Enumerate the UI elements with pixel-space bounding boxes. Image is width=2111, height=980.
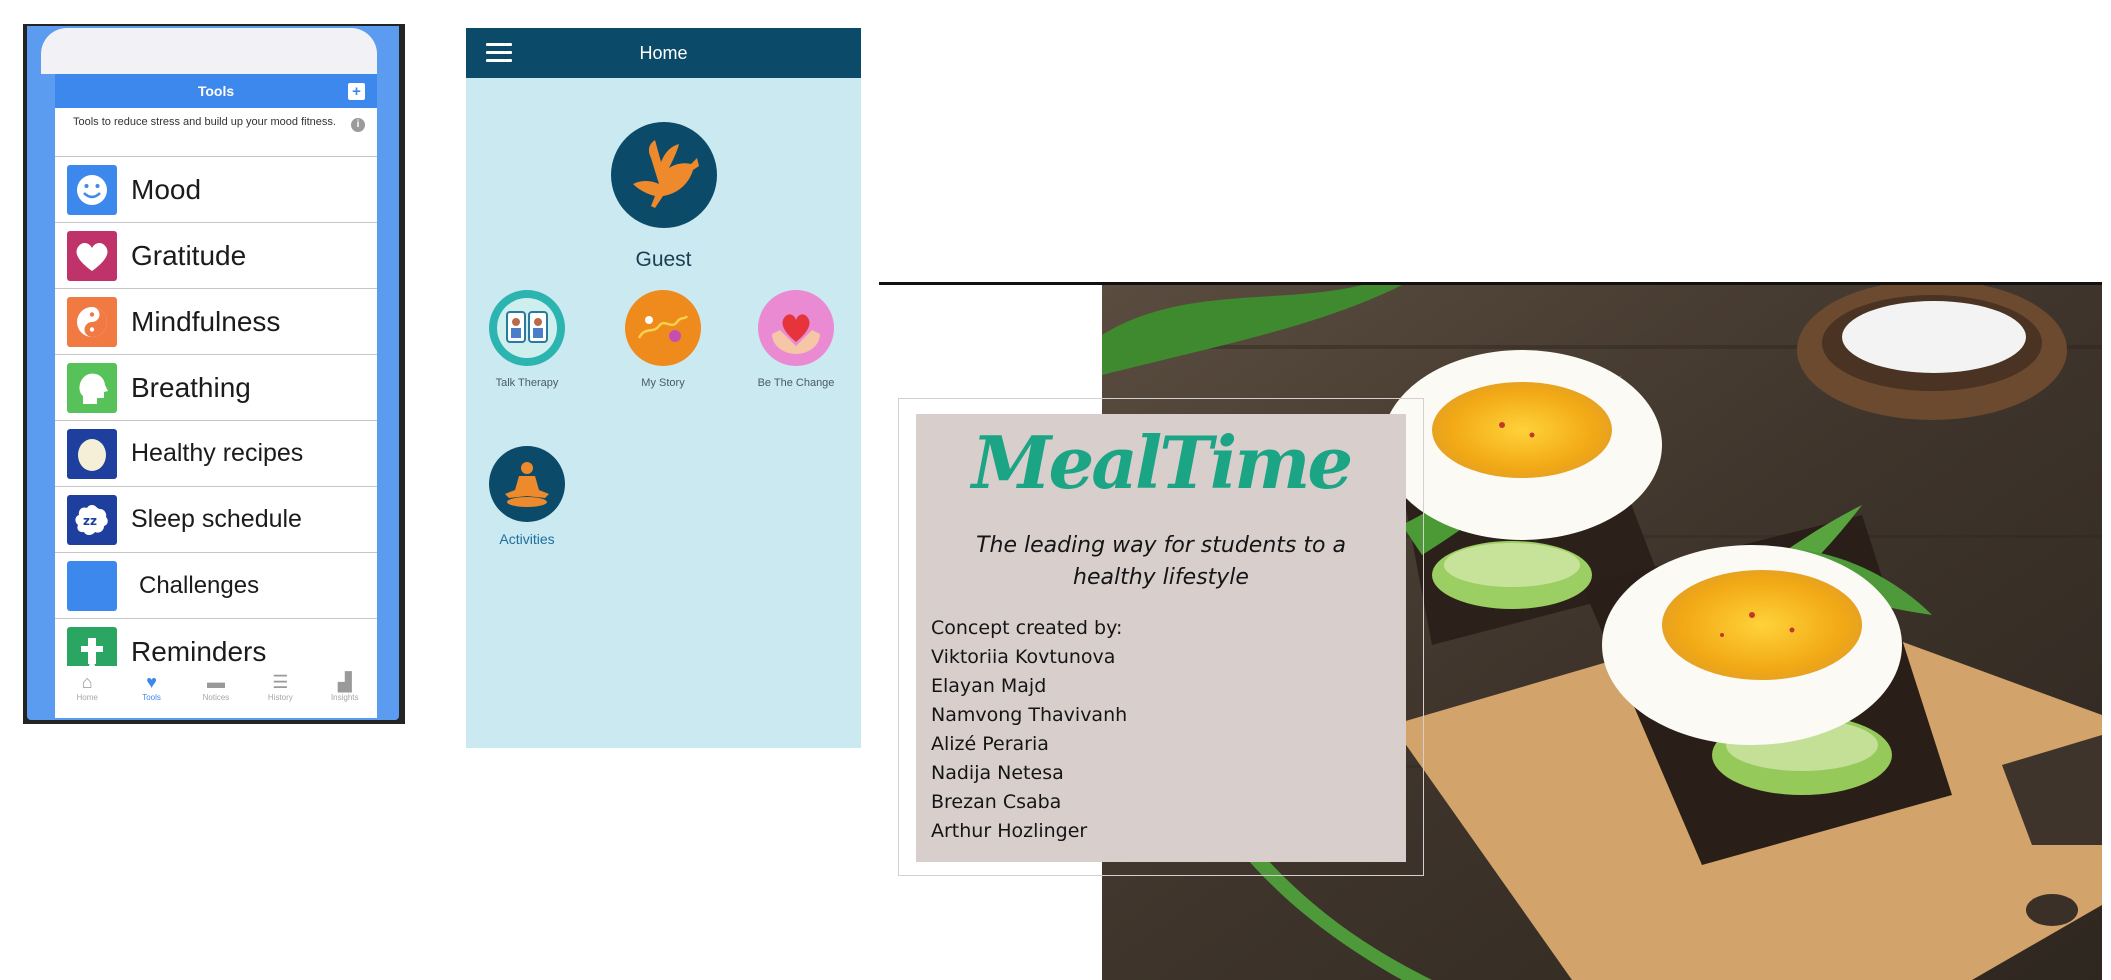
tab-label: History	[267, 693, 293, 702]
tools-header: Tools +	[55, 74, 377, 108]
tool-label: Healthy recipes	[131, 439, 304, 467]
tools-app-screenshot: Tools + Tools to reduce stress and build…	[23, 24, 405, 724]
tagline: The leading way for students to a health…	[976, 533, 1346, 590]
tile-be-the-change[interactable]: Be The Change	[748, 290, 844, 390]
home-app-screenshot: Home Guest Talk Therapy My Story Be The …	[466, 28, 861, 748]
svg-text:zz: zz	[83, 514, 97, 528]
author-name: Alizé Peraria	[931, 733, 1049, 755]
credits-heading: Concept created by:	[931, 617, 1123, 639]
bar-chart-icon: ▟	[337, 672, 352, 692]
head-profile-icon	[67, 362, 117, 413]
tool-item-sleep-schedule[interactable]: zz Sleep schedule	[55, 486, 377, 552]
talk-therapy-icon	[489, 290, 565, 366]
yin-yang-icon	[67, 296, 117, 347]
tile-label: Talk Therapy	[495, 377, 559, 389]
tab-label: Home	[76, 693, 98, 702]
tab-home[interactable]: ⌂ Home	[59, 672, 115, 702]
author-name: Namvong Thavivanh	[931, 704, 1128, 726]
home-header: Home	[466, 28, 861, 78]
be-the-change-icon	[758, 290, 834, 366]
tool-item-healthy-recipes[interactable]: Healthy recipes	[55, 420, 377, 486]
author-name: Brezan Csaba	[931, 791, 1062, 813]
tab-label: Insights	[330, 693, 359, 702]
egg-icon	[67, 428, 117, 479]
my-story-icon	[625, 290, 701, 366]
meditation-icon	[489, 446, 565, 522]
add-icon[interactable]: +	[348, 83, 365, 100]
author-name: Elayan Majd	[931, 675, 1047, 697]
phone-top-bezel	[41, 28, 377, 74]
tool-label: Challenges	[139, 571, 260, 599]
tile-label: Be The Change	[757, 377, 835, 389]
tools-description: Tools to reduce stress and build up your…	[73, 116, 336, 128]
tools-list: Mood Gratitude Mindfulness Breathing Hea…	[55, 156, 377, 684]
smiley-face-icon	[67, 164, 117, 215]
zzz-sleep-icon: zz	[67, 494, 117, 545]
tool-label: Mood	[131, 173, 202, 205]
tile-activities[interactable]: Activities	[472, 446, 582, 546]
home-icon: ⌂	[81, 672, 93, 692]
tool-label: Gratitude	[131, 239, 247, 271]
brand-logo: MealTime	[971, 420, 1353, 505]
tab-notices[interactable]: ▬ Notices	[188, 672, 244, 702]
tab-label: Tools	[142, 693, 161, 702]
author-name: Arthur Hozlinger	[931, 820, 1088, 842]
tool-label: Breathing	[131, 371, 251, 403]
tile-my-story[interactable]: My Story	[608, 290, 718, 390]
user-name: Guest	[635, 248, 692, 271]
tool-label: Reminders	[131, 635, 267, 667]
tile-talk-therapy[interactable]: Talk Therapy	[472, 290, 582, 390]
author-name: Viktoriia Kovtunova	[931, 646, 1116, 668]
list-icon: ☰	[272, 672, 289, 692]
heart-tab-icon: ♥	[146, 672, 157, 692]
tool-label: Sleep schedule	[131, 505, 302, 533]
tab-history[interactable]: ☰ History	[252, 672, 308, 702]
heart-icon	[67, 230, 117, 281]
speech-bubble-icon: ▬	[206, 672, 225, 692]
author-name: Nadija Netesa	[931, 762, 1064, 784]
tool-item-mindfulness[interactable]: Mindfulness	[55, 288, 377, 354]
tab-label: Notices	[202, 693, 230, 702]
bird-avatar-icon[interactable]	[611, 122, 717, 228]
tool-item-breathing[interactable]: Breathing	[55, 354, 377, 420]
credits-block: Concept created by: Viktoriia Kovtunova …	[931, 614, 1371, 846]
tab-insights[interactable]: ▟ Insights	[317, 672, 373, 702]
tool-label: Mindfulness	[131, 305, 281, 337]
tool-item-gratitude[interactable]: Gratitude	[55, 222, 377, 288]
tile-label: Activities	[499, 531, 555, 547]
bottom-tab-bar: ⌂ Home ♥ Tools ▬ Notices ☰ History ▟ Ins…	[55, 666, 377, 718]
tool-item-challenges[interactable]: Challenges	[55, 552, 377, 618]
tools-screen: Tools + Tools to reduce stress and build…	[55, 74, 377, 718]
mealtime-title-card: MealTime The leading way for students to…	[916, 414, 1406, 862]
blank-square-icon	[67, 560, 117, 611]
info-icon[interactable]: i	[351, 118, 365, 132]
tile-label: My Story	[641, 377, 685, 389]
tool-item-mood[interactable]: Mood	[55, 156, 377, 222]
home-title: Home	[639, 43, 688, 63]
tools-title: Tools	[197, 83, 235, 99]
tab-tools[interactable]: ♥ Tools	[124, 672, 180, 702]
